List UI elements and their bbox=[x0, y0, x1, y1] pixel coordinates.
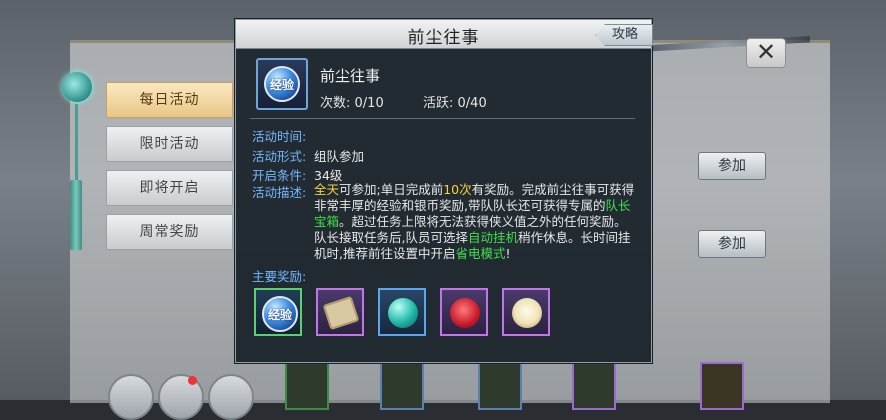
jade-orb-icon bbox=[388, 298, 418, 328]
description-segment: 10次 bbox=[443, 182, 472, 197]
calendar-icon[interactable] bbox=[108, 374, 154, 420]
activity-name: 前尘往事 bbox=[320, 67, 381, 85]
form-label: 活动形式: bbox=[252, 149, 307, 164]
reward-slot[interactable] bbox=[378, 288, 426, 336]
activity-form-row: 活动形式: 组队参加 bbox=[252, 146, 364, 165]
reward-slot[interactable] bbox=[316, 288, 364, 336]
lightning-icon[interactable] bbox=[208, 374, 254, 420]
tab-upcoming[interactable]: 即将开启 bbox=[106, 170, 233, 206]
activity-description: 全天可参加;单日完成前10次有奖励。完成前尘往事可获得非常丰厚的经验和银币奖励,… bbox=[314, 182, 639, 262]
close-button[interactable]: ✕ bbox=[746, 38, 786, 68]
jade-orb-icon bbox=[62, 72, 92, 102]
pendant-string bbox=[75, 104, 78, 184]
reward-item-icon[interactable] bbox=[285, 362, 329, 410]
description-segment: 省电模式 bbox=[455, 246, 506, 261]
count-value: 0/10 bbox=[354, 96, 384, 111]
description-segment: ! bbox=[505, 246, 511, 261]
exp-orb-icon: 经验 bbox=[262, 296, 298, 332]
condition-value: 34级 bbox=[314, 168, 343, 183]
join-button[interactable]: 参加 bbox=[698, 230, 766, 258]
reward-item-icon[interactable] bbox=[572, 362, 616, 410]
dialog-title: 前尘往事 bbox=[407, 28, 480, 48]
rose-icon bbox=[450, 298, 480, 328]
count-stat: 次数: 0/10 bbox=[320, 96, 384, 111]
exp-orb-icon: 经验 bbox=[264, 66, 300, 102]
reward-slot[interactable] bbox=[440, 288, 488, 336]
count-label: 次数 bbox=[320, 96, 347, 111]
gear-icon[interactable] bbox=[158, 374, 204, 420]
time-label: 活动时间: bbox=[252, 129, 307, 144]
reward-item-icon[interactable] bbox=[478, 362, 522, 410]
join-button[interactable]: 参加 bbox=[698, 152, 766, 180]
jade-pendant-ornament bbox=[58, 60, 92, 250]
activity-points-stat: 活跃: 0/40 bbox=[423, 96, 487, 111]
tab-limited-activity[interactable]: 限时活动 bbox=[106, 126, 233, 162]
activity-icon: 经验 bbox=[256, 58, 308, 110]
rewards-label: 主要奖励: bbox=[252, 269, 307, 284]
description-segment: 自动挂机 bbox=[467, 230, 518, 245]
form-value: 组队参加 bbox=[314, 149, 365, 164]
description-segment: 可参加;单日完成前 bbox=[339, 182, 444, 197]
notification-dot bbox=[188, 376, 197, 385]
coin-item-icon[interactable] bbox=[700, 362, 744, 410]
reward-slot[interactable]: 经验 bbox=[254, 288, 302, 336]
dialog-header: 前尘往事 攻略 bbox=[236, 20, 653, 49]
tab-daily-activity[interactable]: 每日活动 bbox=[106, 82, 233, 118]
divider bbox=[250, 118, 635, 119]
tassel-icon bbox=[70, 180, 82, 250]
tab-weekly-reward[interactable]: 周常奖励 bbox=[106, 214, 233, 250]
reward-slot[interactable] bbox=[502, 288, 550, 336]
description-segment: 全天 bbox=[314, 182, 340, 197]
activity-label: 活跃 bbox=[423, 96, 450, 111]
activity-time-row: 活动时间: bbox=[252, 126, 314, 145]
reward-item-icon[interactable] bbox=[380, 362, 424, 410]
activity-value: 0/40 bbox=[457, 96, 487, 111]
flower-icon bbox=[512, 298, 542, 328]
scroll-icon bbox=[322, 296, 360, 330]
guide-button[interactable]: 攻略 bbox=[594, 24, 653, 46]
description-label: 活动描述: bbox=[252, 185, 307, 200]
activity-detail-dialog: 前尘往事 攻略 经验 前尘往事 次数: 0/10 活跃: 0/40 活动时间: … bbox=[235, 19, 653, 363]
